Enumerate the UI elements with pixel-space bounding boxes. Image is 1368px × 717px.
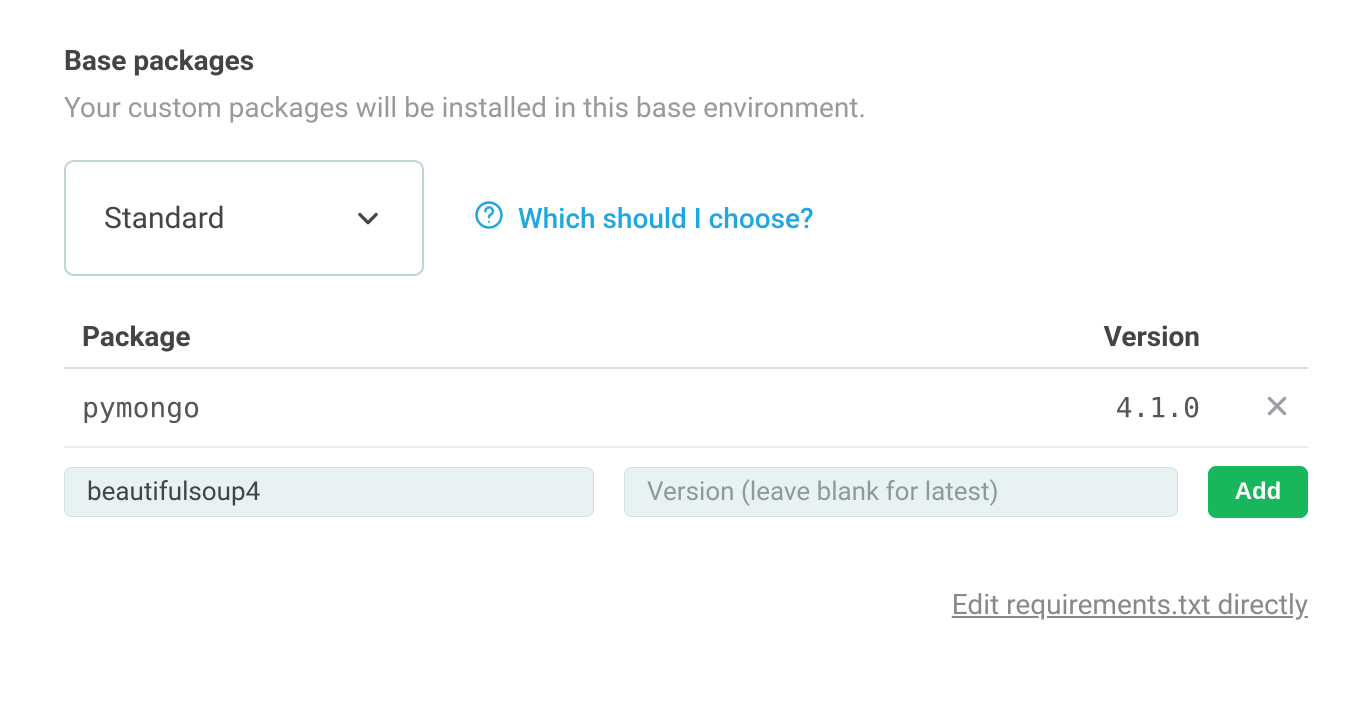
header-version: Version [1000,320,1200,353]
base-package-select-value: Standard [104,201,225,236]
add-package-version-input[interactable] [624,467,1178,517]
table-row: pymongo 4.1.0 [64,369,1308,448]
which-should-i-choose-link[interactable]: Which should I choose? [474,200,814,237]
close-icon [1264,404,1290,423]
package-name: pymongo [82,391,1000,424]
packages-table: Package Version pymongo 4.1.0 Add [64,306,1308,518]
base-package-select[interactable]: Standard [64,160,424,276]
chevron-down-icon [354,204,382,232]
add-package-row: Add [64,448,1308,518]
add-package-name-input[interactable] [64,467,594,517]
base-packages-panel: Base packages Your custom packages will … [0,0,1368,621]
add-button[interactable]: Add [1208,466,1308,518]
remove-package-button[interactable] [1200,393,1290,423]
section-title: Base packages [64,44,1308,77]
help-link-label: Which should I choose? [518,202,814,235]
section-subtitle: Your custom packages will be installed i… [64,91,1308,124]
header-package: Package [82,320,1000,353]
packages-table-header: Package Version [64,306,1308,369]
edit-requirements-link[interactable]: Edit requirements.txt directly [64,588,1308,621]
package-version: 4.1.0 [1000,391,1200,424]
help-icon [474,200,504,237]
